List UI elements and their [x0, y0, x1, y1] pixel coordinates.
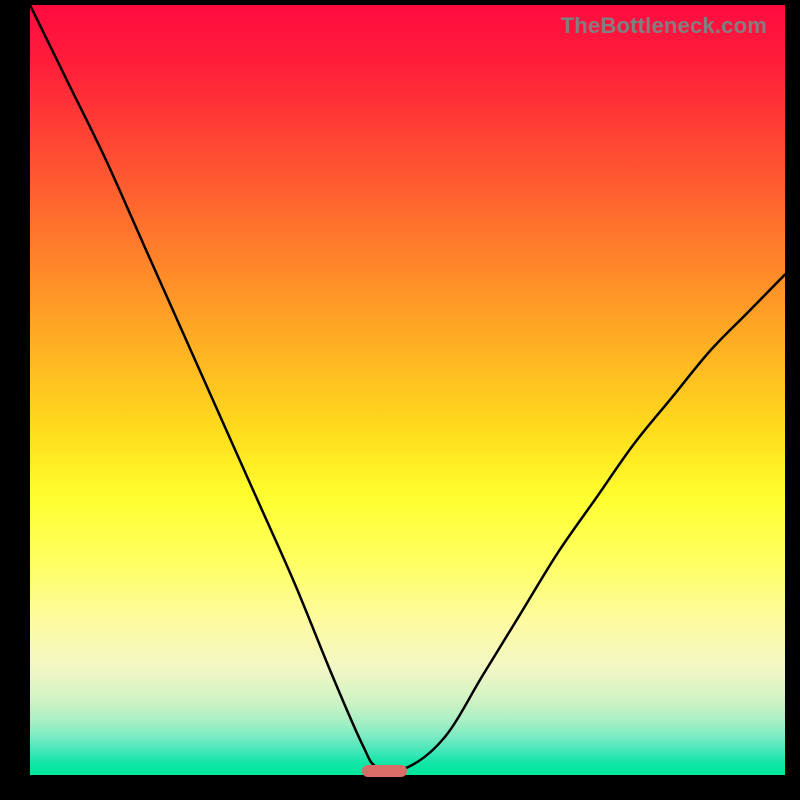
minimum-marker: [362, 765, 407, 777]
plot-area: TheBottleneck.com: [30, 5, 785, 775]
chart-container: TheBottleneck.com: [0, 0, 800, 800]
bottleneck-curve: [30, 5, 785, 775]
